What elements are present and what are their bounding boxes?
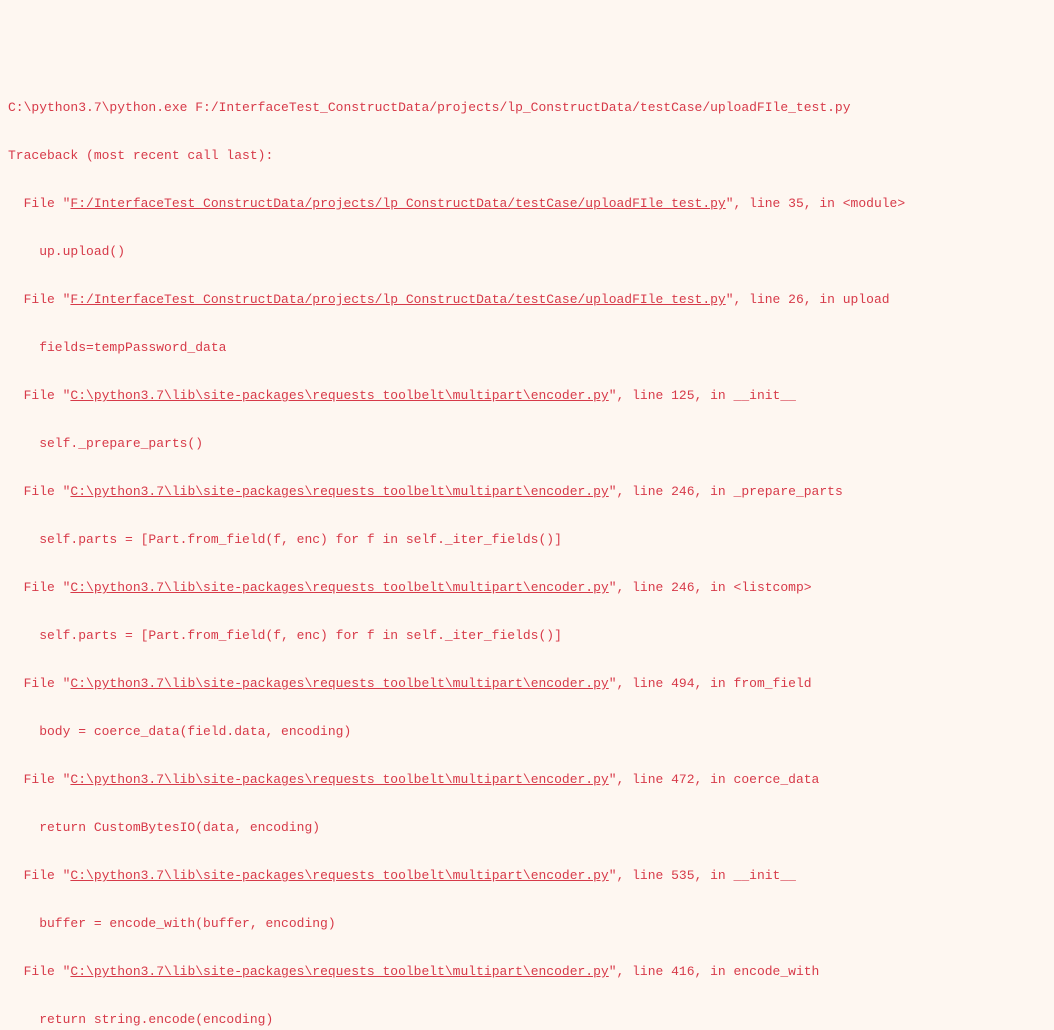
frame-code-line: fields=tempPassword_data xyxy=(8,336,1046,360)
file-suffix: ", line 472, in coerce_data xyxy=(609,772,820,787)
file-prefix: File " xyxy=(8,964,70,979)
file-prefix: File " xyxy=(8,292,70,307)
file-suffix: ", line 26, in upload xyxy=(726,292,890,307)
frame-code-line: return CustomBytesIO(data, encoding) xyxy=(8,816,1046,840)
frame-code-line: self.parts = [Part.from_field(f, enc) fo… xyxy=(8,624,1046,648)
command-line: C:\python3.7\python.exe F:/InterfaceTest… xyxy=(8,96,1046,120)
frame-code-line: body = coerce_data(field.data, encoding) xyxy=(8,720,1046,744)
frame-file-line: File "C:\python3.7\lib\site-packages\req… xyxy=(8,768,1046,792)
frame-file-line: File "C:\python3.7\lib\site-packages\req… xyxy=(8,384,1046,408)
frame-file-line: File "C:\python3.7\lib\site-packages\req… xyxy=(8,480,1046,504)
file-prefix: File " xyxy=(8,196,70,211)
file-path-link[interactable]: C:\python3.7\lib\site-packages\requests … xyxy=(70,580,608,595)
file-suffix: ", line 246, in <listcomp> xyxy=(609,580,812,595)
frame-code-line: buffer = encode_with(buffer, encoding) xyxy=(8,912,1046,936)
frame-code-line: self.parts = [Part.from_field(f, enc) fo… xyxy=(8,528,1046,552)
file-prefix: File " xyxy=(8,868,70,883)
file-prefix: File " xyxy=(8,388,70,403)
file-prefix: File " xyxy=(8,676,70,691)
frame-file-line: File "C:\python3.7\lib\site-packages\req… xyxy=(8,864,1046,888)
file-suffix: ", line 416, in encode_with xyxy=(609,964,820,979)
traceback-header: Traceback (most recent call last): xyxy=(8,144,1046,168)
file-suffix: ", line 246, in _prepare_parts xyxy=(609,484,843,499)
file-path-link[interactable]: C:\python3.7\lib\site-packages\requests … xyxy=(70,964,608,979)
file-path-link[interactable]: F:/InterfaceTest ConstructData/projects/… xyxy=(70,196,725,211)
file-path-link[interactable]: C:\python3.7\lib\site-packages\requests … xyxy=(70,676,608,691)
file-suffix: ", line 35, in <module> xyxy=(726,196,905,211)
file-path-link[interactable]: C:\python3.7\lib\site-packages\requests … xyxy=(70,484,608,499)
file-suffix: ", line 535, in __init__ xyxy=(609,868,796,883)
frame-code-line: self._prepare_parts() xyxy=(8,432,1046,456)
file-path-link[interactable]: C:\python3.7\lib\site-packages\requests … xyxy=(70,868,608,883)
frame-file-line: File "C:\python3.7\lib\site-packages\req… xyxy=(8,576,1046,600)
frame-file-line: File "F:/InterfaceTest ConstructData/pro… xyxy=(8,192,1046,216)
file-suffix: ", line 125, in __init__ xyxy=(609,388,796,403)
frame-code-line: return string.encode(encoding) xyxy=(8,1008,1046,1030)
file-prefix: File " xyxy=(8,772,70,787)
frame-code-line: up.upload() xyxy=(8,240,1046,264)
file-path-link[interactable]: F:/InterfaceTest ConstructData/projects/… xyxy=(70,292,725,307)
file-prefix: File " xyxy=(8,580,70,595)
file-path-link[interactable]: C:\python3.7\lib\site-packages\requests … xyxy=(70,388,608,403)
file-prefix: File " xyxy=(8,484,70,499)
frame-file-line: File "C:\python3.7\lib\site-packages\req… xyxy=(8,672,1046,696)
frame-file-line: File "C:\python3.7\lib\site-packages\req… xyxy=(8,960,1046,984)
file-path-link[interactable]: C:\python3.7\lib\site-packages\requests … xyxy=(70,772,608,787)
file-suffix: ", line 494, in from_field xyxy=(609,676,812,691)
frame-file-line: File "F:/InterfaceTest ConstructData/pro… xyxy=(8,288,1046,312)
